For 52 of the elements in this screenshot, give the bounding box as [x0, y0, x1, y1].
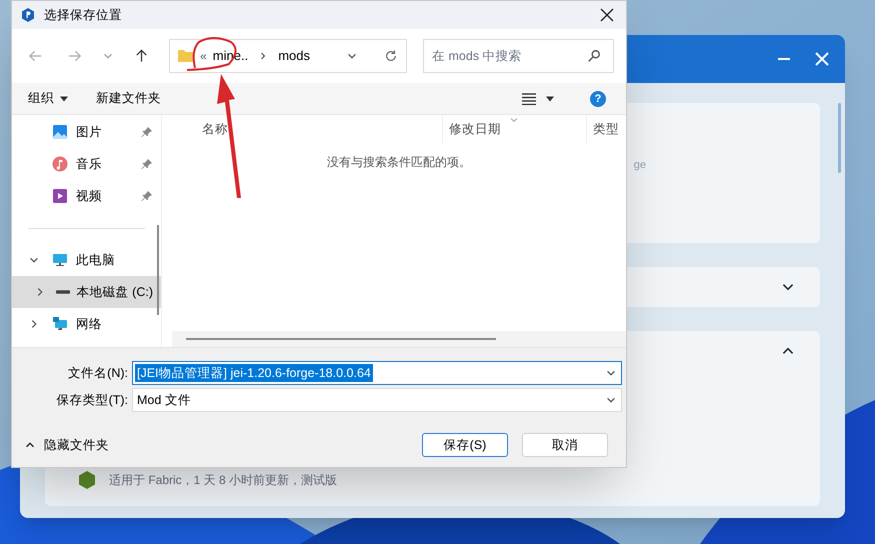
hexagon-logo-icon — [77, 470, 97, 490]
dialog-button[interactable]: 取消 — [522, 433, 608, 457]
pin-icon — [141, 126, 153, 138]
breadcrumb-item[interactable]: mods — [278, 46, 310, 66]
column-header[interactable]: 修改日期 — [443, 115, 587, 143]
monitor-icon — [52, 252, 68, 268]
sidebar-item[interactable]: 图片 — [12, 116, 161, 148]
field-label: 文件名(N): — [67, 364, 129, 382]
view-options-button[interactable] — [522, 92, 554, 104]
close-icon[interactable] — [600, 8, 614, 22]
sidebar-label: 视频 — [76, 188, 103, 205]
sidebar-item[interactable]: 网络 — [12, 308, 161, 340]
sidebar-label: 此电脑 — [76, 252, 116, 269]
sidebar-label: 网络 — [76, 316, 103, 333]
sidebar-label: 音乐 — [76, 156, 103, 173]
scrollbar-thumb[interactable] — [157, 225, 159, 315]
list-view-icon — [522, 92, 536, 104]
card-text: ge — [634, 158, 646, 172]
file-type-dropdown[interactable]: Mod 文件 — [132, 388, 622, 412]
search-icon — [586, 49, 601, 63]
music-note-icon — [52, 156, 68, 172]
dialog-button[interactable]: 保存(S) — [422, 433, 508, 457]
app-logo-icon — [20, 7, 36, 23]
sidebar-item[interactable]: 本地磁盘 (C:) — [12, 276, 161, 308]
help-button[interactable]: ? — [590, 90, 606, 106]
field-label: 保存类型(T): — [56, 392, 129, 409]
sidebar-label: 本地磁盘 (C:) — [76, 284, 153, 301]
sidebar-item[interactable]: 视频 — [12, 180, 161, 212]
empty-message: 没有与搜索条件匹配的项。 — [327, 154, 471, 171]
sidebar-item[interactable]: 此电脑 — [12, 244, 161, 276]
sidebar-item[interactable]: 音乐 — [12, 148, 161, 180]
mod-info-text: 适用于 Fabric，1 天 8 小时前更新，测试版 — [109, 472, 338, 489]
scrollbar-thumb[interactable] — [186, 338, 496, 340]
column-header[interactable]: 类型 — [587, 115, 626, 143]
network-icon — [52, 316, 68, 332]
dialog-title: 选择保存位置 — [44, 6, 122, 24]
up-arrow-icon[interactable] — [134, 48, 150, 64]
file-name-field[interactable]: [JEI物品管理器] jei-1.20.6-forge-18.0.0.64 — [132, 361, 622, 385]
overflow-chevron[interactable]: « — [200, 47, 207, 65]
pin-icon — [141, 158, 153, 170]
scrollbar-thumb[interactable] — [838, 103, 841, 173]
folder-icon — [178, 49, 194, 63]
refresh-icon[interactable] — [384, 49, 398, 63]
picture-icon — [52, 124, 68, 140]
hide-folders-toggle[interactable]: 隐藏文件夹 — [24, 436, 109, 454]
video-icon — [52, 188, 68, 204]
new-folder-button[interactable]: 新建文件夹 — [96, 89, 161, 108]
pin-icon — [141, 190, 153, 202]
drive-icon — [56, 289, 70, 295]
organize-menu-button[interactable]: 组织 — [28, 89, 68, 108]
sidebar-label: 图片 — [76, 124, 103, 141]
search-field[interactable]: 在 mods 中搜索 — [423, 39, 614, 73]
